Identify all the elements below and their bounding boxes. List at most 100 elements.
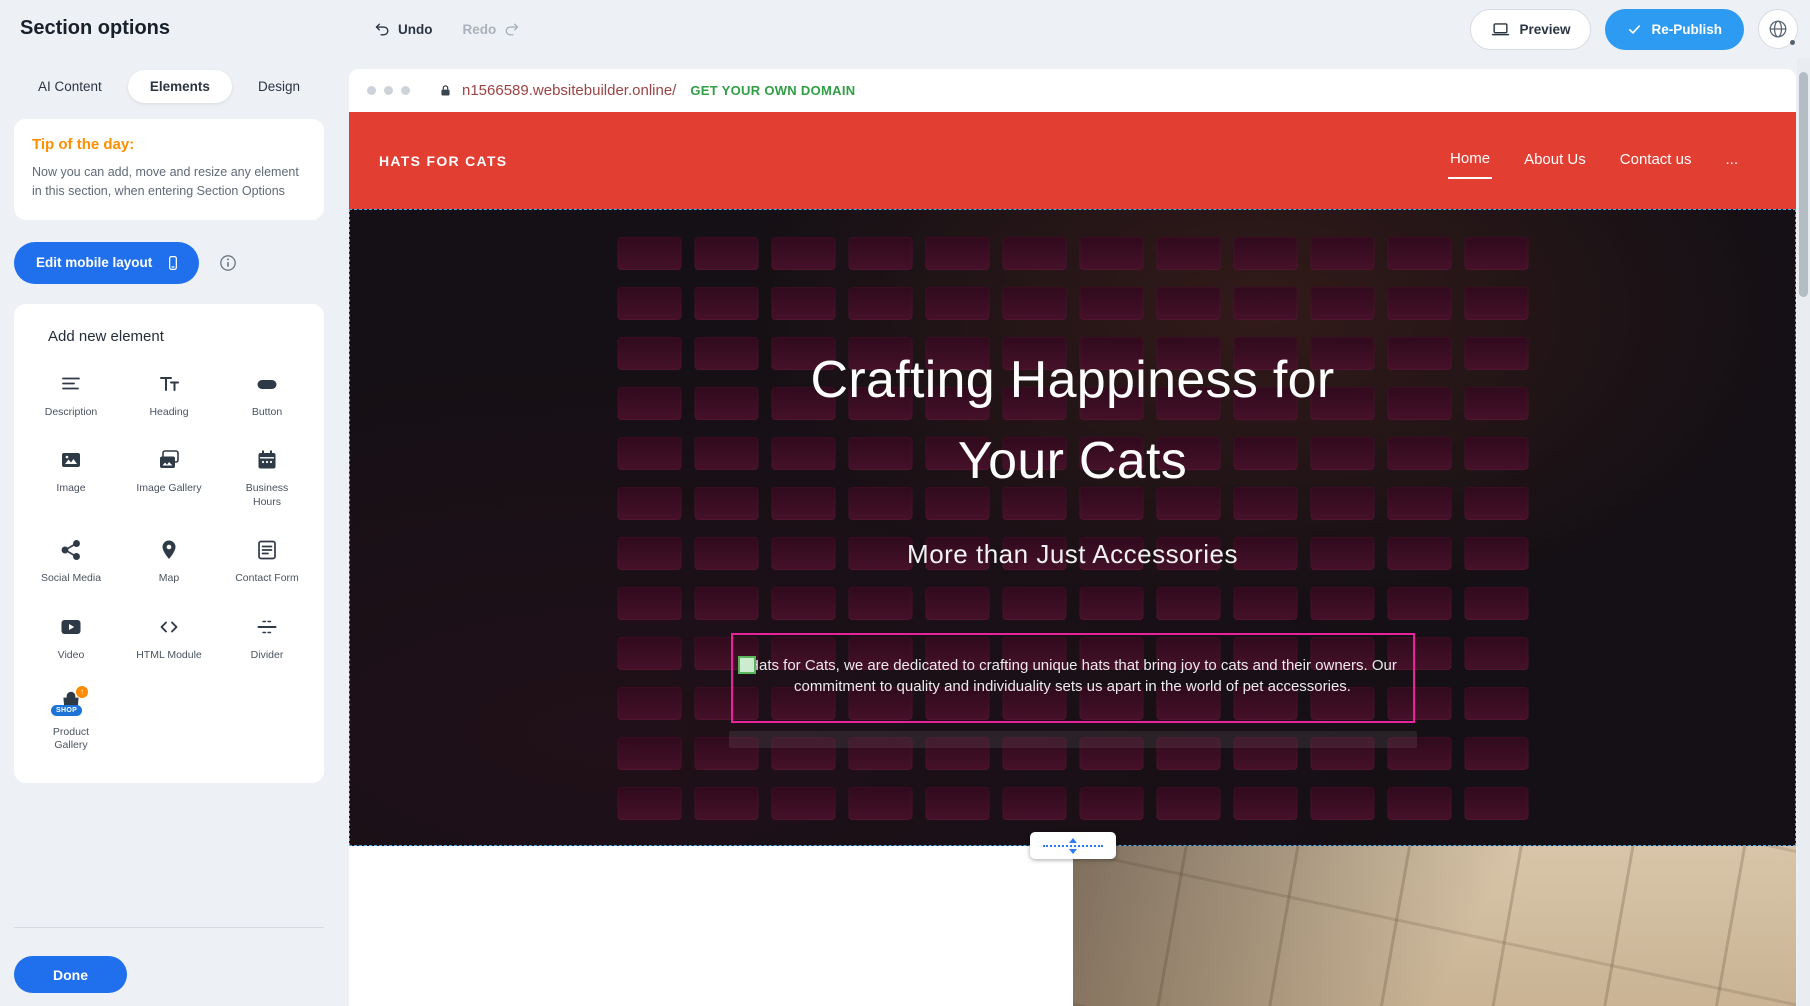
section-resize-handle[interactable] (1030, 832, 1116, 859)
site-header: HATS FOR CATS Home About Us Contact us .… (349, 112, 1796, 209)
next-section (349, 846, 1796, 1006)
hero-paragraph[interactable]: Hats for Cats, we are dedicated to craft… (733, 655, 1413, 698)
element-label: Button (252, 406, 282, 420)
page-title: Section options (20, 17, 170, 40)
redo-button[interactable]: Redo (463, 21, 521, 38)
description-icon (59, 369, 83, 399)
edit-mobile-layout-button[interactable]: Edit mobile layout (14, 242, 199, 284)
arrow-up-icon (1069, 838, 1077, 843)
tip-of-the-day-card: Tip of the day: Now you can add, move an… (14, 119, 324, 220)
element-label: Image Gallery (136, 482, 201, 496)
element-contact-form[interactable]: Contact Form (218, 535, 316, 586)
sidebar-tabs: AI Content Elements Design (14, 70, 324, 103)
hero-tile (694, 587, 758, 620)
preview-button[interactable]: Preview (1470, 9, 1591, 50)
nav-about-us[interactable]: About Us (1522, 143, 1588, 178)
element-image-gallery[interactable]: Image Gallery (120, 445, 218, 509)
add-new-element-panel: Add new element Description Heading (14, 304, 324, 783)
tab-design[interactable]: Design (246, 70, 312, 103)
hero-tile (1464, 637, 1528, 670)
nav-home[interactable]: Home (1448, 142, 1492, 179)
element-button[interactable]: Button (218, 369, 316, 420)
element-label: Divider (251, 649, 284, 663)
element-social-media[interactable]: Social Media (22, 535, 120, 586)
product-gallery-icon: SHOP ↑ (54, 689, 88, 719)
republish-button[interactable]: Re-Publish (1605, 9, 1744, 50)
element-heading[interactable]: Heading (120, 369, 218, 420)
hero-tile (694, 287, 758, 320)
hero-tile (617, 637, 681, 670)
button-icon (255, 369, 279, 399)
video-icon (59, 612, 83, 642)
element-grid: Description Heading Button (22, 369, 316, 753)
element-business-hours[interactable]: Business Hours (218, 445, 316, 509)
hero-section[interactable]: Crafting Happiness for Your Cats More th… (349, 209, 1796, 846)
element-label: Product Gallery (38, 726, 104, 753)
hero-tile (1387, 787, 1451, 820)
undo-button[interactable]: Undo (374, 21, 433, 38)
code-icon (157, 612, 181, 642)
hero-tile (771, 787, 835, 820)
globe-icon (1767, 18, 1789, 40)
hero-tile (1233, 587, 1297, 620)
editor-topbar: Section options Undo Redo (0, 0, 1810, 58)
hero-tile (1156, 287, 1220, 320)
hero-tile (1310, 787, 1374, 820)
window-controls (367, 86, 410, 95)
image-gallery-icon (157, 445, 181, 475)
element-description[interactable]: Description (22, 369, 120, 420)
phone-icon (165, 255, 181, 271)
tab-elements[interactable]: Elements (128, 70, 232, 103)
edit-mobile-label: Edit mobile layout (36, 255, 152, 270)
language-globe-button[interactable] (1758, 9, 1798, 49)
nav-contact-us[interactable]: Contact us (1618, 143, 1694, 178)
page-scrollbar[interactable] (1797, 58, 1810, 1006)
drag-dots-icon (1043, 845, 1103, 847)
nav-more[interactable]: ... (1723, 143, 1740, 178)
scrollbar-thumb[interactable] (1799, 72, 1808, 297)
resize-knob[interactable] (738, 656, 756, 674)
done-button[interactable]: Done (14, 956, 127, 993)
element-label: Contact Form (235, 572, 299, 586)
get-domain-link[interactable]: GET YOUR OWN DOMAIN (690, 83, 855, 98)
hero-tile (1387, 587, 1451, 620)
element-html-module[interactable]: HTML Module (120, 612, 218, 663)
hero-tile (617, 237, 681, 270)
hero-tile (771, 587, 835, 620)
element-label: HTML Module (136, 649, 202, 663)
hero-tile (617, 587, 681, 620)
site-logo[interactable]: HATS FOR CATS (379, 153, 507, 169)
info-button[interactable] (217, 252, 239, 274)
element-label: Heading (149, 406, 188, 420)
element-product-gallery[interactable]: SHOP ↑ Product Gallery (22, 689, 120, 753)
tip-heading: Tip of the day: (32, 136, 306, 153)
element-label: Image (56, 482, 85, 496)
element-map[interactable]: Map (120, 535, 218, 586)
hero-tile (1079, 587, 1143, 620)
hero-title[interactable]: Crafting Happiness for Your Cats (349, 340, 1796, 501)
upgrade-badge-icon: ↑ (76, 686, 88, 698)
element-image[interactable]: Image (22, 445, 120, 509)
hero-text-block: Crafting Happiness for Your Cats More th… (349, 340, 1796, 570)
hero-tile (1310, 287, 1374, 320)
shop-badge: SHOP (51, 705, 82, 716)
site-nav: Home About Us Contact us ... (1448, 142, 1740, 179)
hero-tile (1002, 587, 1066, 620)
element-divider[interactable]: Divider (218, 612, 316, 663)
element-label: Video (58, 649, 85, 663)
topbar-actions: Preview Re-Publish (1470, 0, 1798, 58)
hero-tile (694, 237, 758, 270)
site-preview-window: n1566589.websitebuilder.online/ GET YOUR… (349, 69, 1796, 1006)
hero-tile (925, 287, 989, 320)
hero-tile (925, 587, 989, 620)
undo-icon (374, 21, 391, 38)
hero-tile (1233, 237, 1297, 270)
hero-tile (1079, 287, 1143, 320)
hero-tile (848, 237, 912, 270)
hero-tile (1079, 787, 1143, 820)
tab-ai-content[interactable]: AI Content (26, 70, 114, 103)
element-video[interactable]: Video (22, 612, 120, 663)
hero-subtitle[interactable]: More than Just Accessories (349, 539, 1796, 570)
contact-form-icon (255, 535, 279, 565)
lock-icon (438, 83, 453, 98)
